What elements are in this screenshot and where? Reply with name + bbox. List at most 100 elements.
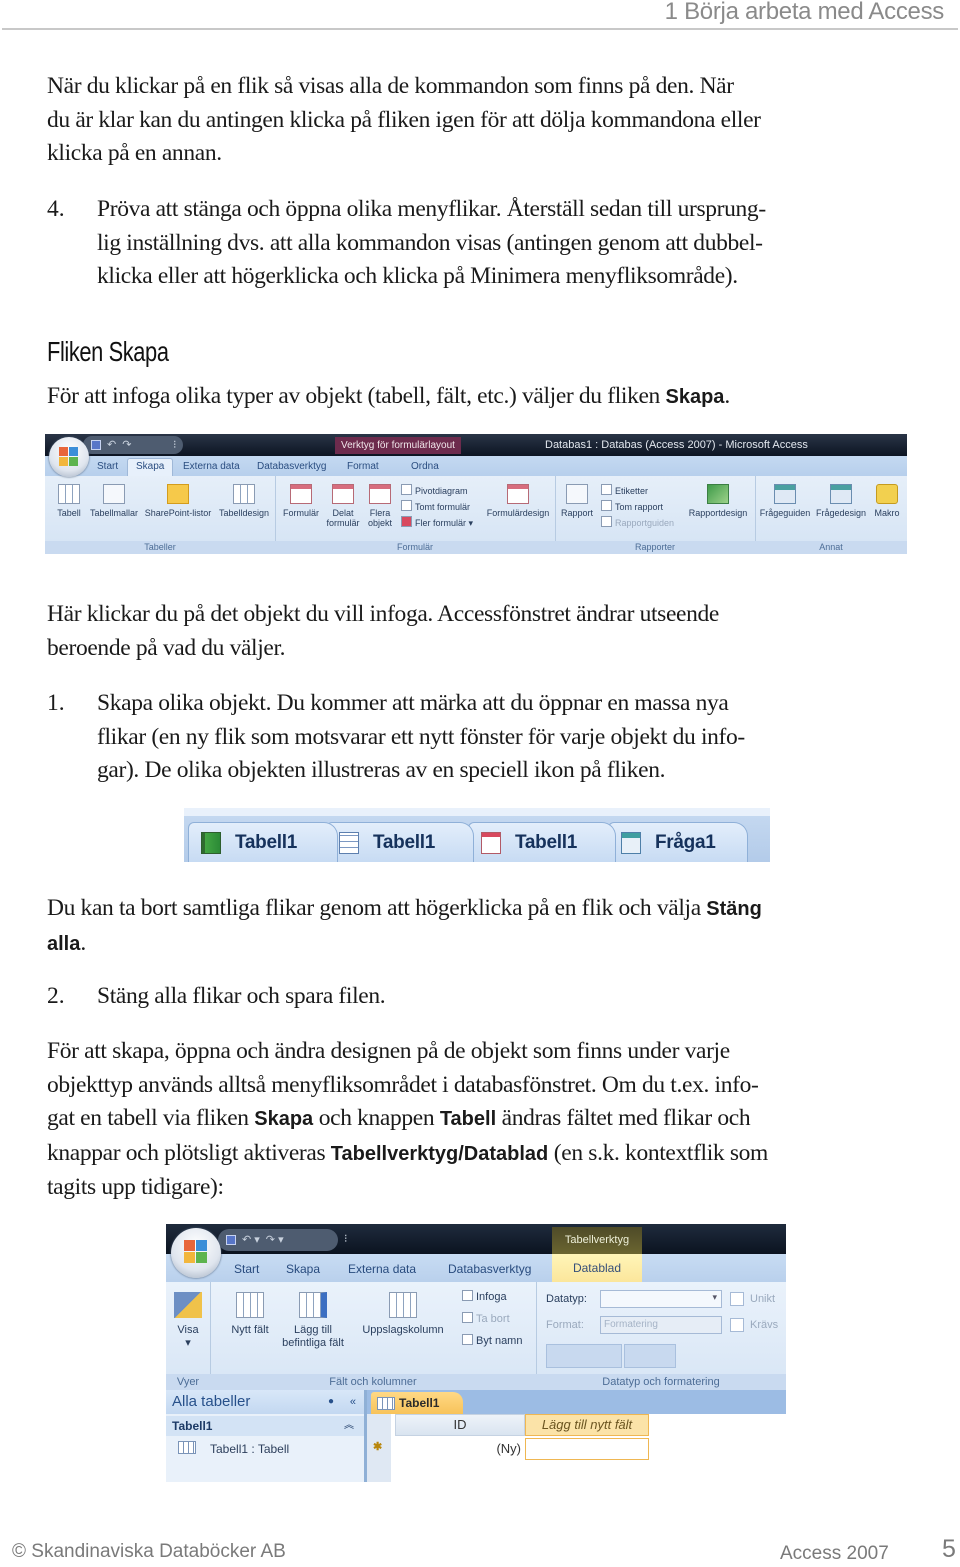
new-record-icon[interactable]: ✱	[373, 1440, 382, 1453]
column-header-add-field[interactable]: Lägg till nytt fält	[525, 1414, 649, 1436]
redo-icon[interactable]: ↷ ▾	[266, 1235, 284, 1246]
collapse-pane-icon[interactable]: «	[350, 1390, 356, 1414]
tab-start[interactable]: Start	[97, 459, 118, 475]
formular-button[interactable]: Formulär	[279, 484, 323, 518]
title-bar: ↶ ↷ ⁝ Verktyg för formulärlayout Databas…	[45, 434, 907, 456]
document-tab[interactable]: Tabell1	[468, 822, 616, 862]
format-dropdown[interactable]: Formatering	[600, 1316, 722, 1334]
lookup-column-icon	[389, 1292, 417, 1318]
ribbon-tabs: Start Skapa Externa data Databasverktyg …	[166, 1254, 786, 1282]
step-4-text: Pröva att stänga och öppna olika menyfli…	[97, 193, 907, 294]
tab-format[interactable]: Format	[347, 459, 379, 475]
tabelldesign-button[interactable]: Tabelldesign	[215, 484, 273, 518]
tab-label: Fråga1	[655, 831, 716, 853]
decimal-buttons-group[interactable]	[624, 1344, 676, 1368]
document-tab[interactable]: Tabell1	[188, 822, 338, 862]
sharepoint-lists-button[interactable]: SharePoint-listor	[141, 484, 215, 518]
pivotdiagram-button[interactable]: Pivotdiagram	[401, 484, 468, 497]
design-paragraph: För att skapa, öppna och ändra designen …	[47, 1035, 917, 1205]
nytt-falt-button[interactable]: Nytt fält	[230, 1292, 270, 1337]
formulardesign-button[interactable]: Formulärdesign	[483, 484, 553, 518]
new-row-id-cell[interactable]: (Ny)	[395, 1438, 521, 1460]
tab-skapa[interactable]: Skapa	[127, 458, 174, 477]
nav-pane-header[interactable]: Alla tabeller ● «	[166, 1390, 364, 1414]
group-tabeller: Tabell Tabellmallar SharePoint-listor Ta…	[45, 476, 276, 554]
group-annat: Frågeguiden Frågedesign Makro Annat	[755, 476, 907, 554]
tom-rapport-button[interactable]: Tom rapport	[601, 500, 663, 513]
punct: .	[80, 929, 86, 956]
bold-term: alla	[47, 932, 81, 955]
tabellmallar-button[interactable]: Tabellmallar	[89, 484, 139, 518]
kravs-checkbox[interactable]	[730, 1318, 744, 1332]
byt-namn-button[interactable]: Byt namn	[462, 1334, 522, 1348]
section-lead: För att infoga olika typer av objekt (ta…	[47, 380, 917, 415]
button-label: Uppslagskolumn	[362, 1324, 444, 1336]
publisher: © Skandinaviska Databöcker AB	[12, 1541, 286, 1562]
customize-qat-icon[interactable]: ⁝	[173, 438, 177, 451]
tab-ordna[interactable]: Ordna	[411, 459, 439, 475]
new-row-add-field-cell[interactable]	[525, 1438, 649, 1460]
tabell-button[interactable]: Tabell	[53, 484, 85, 518]
uppslagskolumn-button[interactable]: Uppslagskolumn	[356, 1292, 450, 1337]
makro-button[interactable]: Makro	[871, 484, 903, 518]
document-tab-tabell1[interactable]: Tabell1	[371, 1392, 463, 1414]
tab-externa-data[interactable]: Externa data	[183, 459, 240, 475]
chevron-down-icon: ▾	[712, 1292, 717, 1302]
office-button-icon[interactable]	[49, 437, 89, 477]
fragedesign-button[interactable]: Frågedesign	[813, 484, 869, 518]
infoga-button[interactable]: Infoga	[462, 1290, 507, 1304]
tab-databasverktyg[interactable]: Databasverktyg	[448, 1261, 531, 1277]
format-buttons-group[interactable]	[546, 1344, 622, 1368]
tab-label: Tabell1	[373, 831, 435, 853]
lagg-till-befintliga-falt-button[interactable]: Lägg till befintliga fält	[278, 1292, 348, 1350]
query-wizard-icon	[774, 484, 796, 504]
document-tab[interactable]: Fråga1	[608, 822, 748, 862]
tab-label: Tabell1	[399, 1396, 440, 1410]
rapportguiden-button[interactable]: Rapportguiden	[601, 516, 674, 529]
frageguiden-button[interactable]: Frågeguiden	[757, 484, 813, 518]
collapse-group-icon[interactable]: ︽	[344, 1416, 354, 1436]
group-formular: Formulär Delat formulär Flera objekt Piv…	[275, 476, 556, 554]
save-icon[interactable]	[91, 440, 101, 450]
fler-formular-button[interactable]: Fler formulär ▾	[401, 516, 473, 529]
ta-bort-button[interactable]: Ta bort	[462, 1312, 510, 1326]
redo-icon[interactable]: ↷	[122, 440, 131, 451]
unikt-checkbox[interactable]	[730, 1292, 744, 1306]
rapport-button[interactable]: Rapport	[559, 484, 595, 518]
para-line: objekttyp används alltså menyfliksområde…	[47, 1071, 759, 1098]
document-tab[interactable]: Tabell1	[326, 822, 474, 862]
tab-databasverktyg[interactable]: Databasverktyg	[257, 459, 326, 475]
ribbon-tabs: Start Skapa Externa data Databasverktyg …	[45, 456, 907, 477]
delat-formular-button[interactable]: Delat formulär	[323, 484, 363, 528]
tab-datablad[interactable]: Datablad	[552, 1254, 642, 1282]
tab-externa-data[interactable]: Externa data	[348, 1261, 416, 1277]
nav-group-header[interactable]: Tabell1 ︽	[166, 1416, 364, 1436]
undo-icon[interactable]: ↶	[107, 440, 116, 451]
document-tabs-screenshot: Tabell1 Tabell1 Tabell1 Fråga1	[184, 808, 770, 862]
tomt-formular-button[interactable]: Tomt formulär	[401, 500, 470, 513]
office-button-icon[interactable]	[171, 1228, 221, 1278]
bold-term: Skapa	[254, 1108, 314, 1130]
flera-objekt-button[interactable]: Flera objekt	[363, 484, 397, 528]
column-header-id[interactable]: ID	[395, 1414, 525, 1436]
visa-button[interactable]: Visa ▾	[170, 1292, 206, 1350]
report-wizard-icon	[601, 516, 612, 527]
chapter-title: 1 Börja arbeta med Access	[664, 0, 945, 25]
dropdown-icon[interactable]: ●	[328, 1390, 334, 1414]
customize-qat-icon[interactable]: ⁝	[344, 1232, 348, 1245]
section-heading: Fliken Skapa	[47, 336, 169, 367]
ribbon-screenshot-skapa: ↶ ↷ ⁝ Verktyg för formulärlayout Databas…	[45, 434, 907, 554]
etiketter-button[interactable]: Etiketter	[601, 484, 648, 497]
save-icon[interactable]	[226, 1235, 236, 1245]
button-label: Rapportdesign	[688, 508, 748, 518]
button-label: Rapportguiden	[615, 518, 675, 528]
undo-icon[interactable]: ↶ ▾	[242, 1235, 260, 1246]
rapportdesign-button[interactable]: Rapportdesign	[683, 484, 753, 518]
para-text: knappar och plötsligt aktiveras	[47, 1139, 331, 1166]
tab-start[interactable]: Start	[234, 1261, 259, 1277]
nav-item-tabell1[interactable]: Tabell1 : Tabell	[178, 1440, 289, 1458]
group-label: Rapporter	[555, 541, 755, 554]
datatyp-dropdown[interactable]: ▾	[600, 1290, 722, 1308]
button-label: SharePoint-listor	[144, 508, 212, 518]
tab-skapa[interactable]: Skapa	[286, 1261, 320, 1277]
